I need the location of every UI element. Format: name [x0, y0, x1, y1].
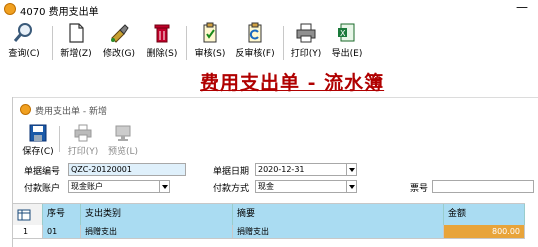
brush-edit-icon [107, 22, 131, 44]
table-row[interactable]: 1 01 捐赠支出 捐赠支出 800.00 [13, 225, 525, 239]
pay-account-select[interactable]: 现金账户 [68, 180, 170, 193]
preview-monitor-icon [113, 124, 133, 142]
new-document-icon [64, 22, 88, 44]
print-label: 打印(Y) [290, 49, 322, 59]
print-button[interactable]: 打印(Y) [286, 22, 326, 64]
child-print-button[interactable]: 打印(Y) [65, 124, 101, 157]
preview-button[interactable]: 预览(L) [105, 124, 141, 157]
child-print-label: 打印(Y) [67, 147, 99, 157]
cell-summary[interactable]: 捐赠支出 [233, 225, 444, 238]
doc-date-label: 单据日期 [213, 167, 250, 177]
printer-icon [73, 124, 93, 142]
child-window-title: 费用支出单 - 新增 [35, 107, 107, 117]
ticket-no-field[interactable] [432, 180, 534, 193]
query-button[interactable]: 查询(C) [2, 22, 46, 64]
delete-button[interactable]: 删除(S) [142, 22, 182, 64]
toolbar-separator [186, 26, 187, 60]
svg-text:X: X [340, 29, 346, 38]
query-label: 查询(C) [8, 49, 40, 59]
doc-date-value: 2020-12-31 [258, 165, 305, 174]
doc-no-label: 单据编号 [24, 167, 61, 177]
minimize-button[interactable]: — [516, 0, 528, 14]
ticket-no-label: 票号 [410, 184, 429, 194]
child-window-title-bar: 费用支出单 - 新增 [13, 97, 538, 117]
col-header-seq[interactable]: 序号 [43, 204, 81, 225]
detail-grid: 序号 支出类别 摘要 金额 1 01 捐赠支出 捐赠支出 800.00 [13, 203, 525, 241]
chevron-down-icon[interactable] [346, 164, 356, 175]
doc-date-field[interactable]: 2020-12-31 [255, 163, 357, 176]
grid-header: 序号 支出类别 摘要 金额 [13, 203, 525, 225]
chevron-down-icon[interactable] [159, 181, 169, 192]
preview-label: 预览(L) [107, 147, 139, 157]
window-title: 4070 费用支出单 [20, 7, 99, 18]
pay-method-value: 现金 [258, 182, 274, 191]
col-header-summary[interactable]: 摘要 [233, 204, 444, 225]
excel-export-icon: X [335, 22, 359, 44]
window-title-bar: 4070 费用支出单 — [0, 0, 538, 18]
new-button[interactable]: 新增(Z) [56, 22, 96, 64]
new-label: 新增(Z) [60, 49, 92, 59]
cell-seq[interactable]: 01 [43, 225, 81, 238]
edit-button[interactable]: 修改(G) [99, 22, 139, 64]
grid-corner[interactable] [13, 204, 43, 225]
trash-icon [150, 22, 174, 44]
audit-button[interactable]: 审核(S) [190, 22, 230, 64]
toolbar-separator [283, 26, 284, 60]
col-header-amount[interactable]: 金额 [444, 204, 525, 225]
printer-icon [294, 22, 318, 44]
app-logo-icon [4, 3, 16, 15]
main-toolbar: 查询(C) 新增(Z) 修改(G) 删除(S) 审核(S) 反审核(F) 打印(… [0, 18, 538, 68]
pay-method-label: 付款方式 [213, 184, 250, 194]
magnifier-icon [12, 22, 36, 44]
col-header-category[interactable]: 支出类别 [81, 204, 233, 225]
floppy-save-icon [28, 124, 48, 142]
cell-amount[interactable]: 800.00 [444, 225, 525, 238]
child-toolbar: 保存(C) 打印(Y) 预览(L) [13, 120, 538, 158]
edit-label: 修改(G) [103, 49, 135, 59]
page-title: 费用支出单 - 流水簿 [200, 72, 385, 94]
pay-method-select[interactable]: 现金 [255, 180, 357, 193]
toolbar-separator [52, 26, 53, 60]
pay-account-label: 付款账户 [24, 184, 61, 194]
cell-category[interactable]: 捐赠支出 [81, 225, 233, 238]
pay-account-value: 现金账户 [71, 182, 103, 191]
unaudit-label: 反审核(F) [235, 49, 275, 59]
app-logo-icon [20, 104, 31, 115]
export-button[interactable]: X 导出(E) [327, 22, 367, 64]
toolbar-separator [59, 126, 60, 152]
row-number: 1 [13, 225, 43, 238]
save-button[interactable]: 保存(C) [21, 124, 55, 157]
grid-settings-icon [17, 209, 31, 221]
export-label: 导出(E) [331, 49, 363, 59]
save-label: 保存(C) [22, 147, 54, 157]
unaudit-button[interactable]: 反审核(F) [231, 22, 279, 64]
audit-clipboard-icon [198, 22, 222, 44]
delete-label: 删除(S) [146, 49, 178, 59]
chevron-down-icon[interactable] [346, 181, 356, 192]
audit-label: 审核(S) [194, 49, 226, 59]
unaudit-clipboard-icon [243, 22, 267, 44]
doc-no-field[interactable]: QZC-20120001 [68, 163, 186, 176]
